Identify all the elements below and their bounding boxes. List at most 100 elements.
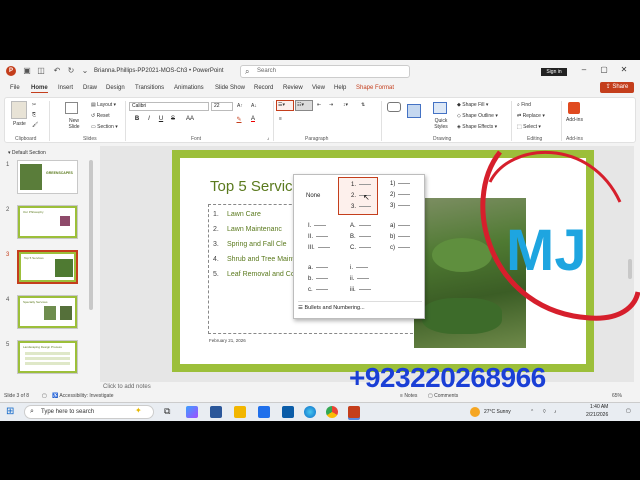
sign-in-button[interactable]: Sign in: [541, 68, 567, 76]
numbering-style-1[interactable]: 1. 2. 3. ↖: [338, 177, 378, 215]
font-name-combo[interactable]: Calibri: [129, 102, 209, 111]
tray-arrow-icon[interactable]: ⌃: [530, 409, 534, 415]
add-ins-icon[interactable]: [568, 102, 580, 114]
slide-thumbnail-4[interactable]: Specialty Services: [17, 295, 78, 329]
reset-button[interactable]: ↺ Reset: [91, 113, 110, 119]
font-color-button[interactable]: A: [249, 116, 257, 122]
numbering-style-4[interactable]: A. B. C.: [338, 219, 378, 257]
new-slide-icon[interactable]: [65, 102, 78, 114]
store-app-icon[interactable]: [258, 406, 270, 418]
word-app-icon[interactable]: [210, 406, 222, 418]
format-painter-icon[interactable]: 🖌: [32, 122, 38, 128]
tab-design[interactable]: Design: [106, 85, 125, 91]
tab-home[interactable]: Home: [31, 85, 48, 93]
volume-icon[interactable]: ♪: [554, 409, 557, 415]
tab-shape-format[interactable]: Shape Format: [356, 85, 394, 91]
notifications-icon[interactable]: ▢: [626, 408, 631, 414]
align-left-icon[interactable]: ≡: [279, 116, 282, 122]
layout-button[interactable]: ▤ Layout ▾: [91, 102, 116, 108]
copilot-icon[interactable]: [186, 406, 198, 418]
quick-styles-icon[interactable]: [433, 102, 447, 114]
tab-review[interactable]: Review: [283, 85, 303, 91]
spell-check-icon[interactable]: ▢: [42, 393, 47, 399]
section-button[interactable]: ▭ Section ▾: [91, 124, 118, 130]
numbering-style-2[interactable]: 1) 2) 3): [382, 177, 422, 215]
quick-styles-button[interactable]: Quick Styles: [429, 118, 453, 130]
numbering-button[interactable]: ☷▾: [295, 100, 313, 111]
shrink-font-icon[interactable]: A↓: [251, 103, 257, 109]
highlight-icon[interactable]: ✎: [235, 116, 243, 123]
edge-browser-icon[interactable]: [304, 406, 316, 418]
slide-title[interactable]: Top 5 Servic: [210, 178, 293, 195]
clock-date[interactable]: 2/21/2026: [586, 412, 608, 418]
tab-draw[interactable]: Draw: [83, 85, 97, 91]
arrange-icon[interactable]: [407, 104, 421, 118]
font-size-combo[interactable]: 22: [211, 102, 233, 111]
slide-thumbnail-3[interactable]: Top 5 Services: [17, 250, 78, 284]
shapes-gallery-icon[interactable]: [387, 102, 401, 112]
section-header[interactable]: ▾ Default Section: [8, 150, 46, 156]
windows-start-icon[interactable]: ⊞: [6, 406, 14, 417]
tab-help[interactable]: Help: [334, 85, 346, 91]
find-button[interactable]: ⌕ Find: [517, 102, 531, 108]
zoom-level[interactable]: 65%: [612, 393, 622, 399]
bullets-and-numbering-menu-item[interactable]: ☰ Bullets and Numbering...: [298, 305, 365, 311]
save-icon[interactable]: ▣: [22, 66, 32, 76]
copy-icon[interactable]: ⎘: [32, 112, 36, 118]
font-dialog-launcher-icon[interactable]: ⌟: [267, 135, 269, 141]
numbering-style-7[interactable]: i. ii. iii.: [338, 261, 378, 299]
tab-file[interactable]: File: [10, 85, 20, 91]
paste-icon[interactable]: [11, 101, 27, 119]
slide-thumbnail-5[interactable]: Landscaping Design Process: [17, 340, 78, 374]
chrome-browser-icon[interactable]: [326, 406, 338, 418]
increase-indent-icon[interactable]: ⇥: [329, 102, 333, 108]
task-view-icon[interactable]: ⧉: [164, 406, 170, 417]
slide-thumbnail-2[interactable]: Our Philosophy: [17, 205, 78, 239]
grow-font-icon[interactable]: A↑: [237, 103, 243, 109]
weather-text[interactable]: 27°C Sunny: [484, 409, 511, 415]
clock-time[interactable]: 1:40 AM: [590, 404, 608, 410]
slide-thumbnail-1[interactable]: GREENSCAPES: [17, 160, 78, 194]
change-case-button[interactable]: AA: [183, 116, 197, 122]
search-input[interactable]: ⌕ Search: [240, 65, 410, 78]
tab-insert[interactable]: Insert: [58, 85, 73, 91]
slide-date[interactable]: February 21, 2026: [209, 338, 246, 343]
underline-button[interactable]: U: [157, 116, 165, 122]
download-app-icon[interactable]: [282, 406, 294, 418]
tab-animations[interactable]: Animations: [174, 85, 204, 91]
line-spacing-icon[interactable]: ↕▾: [343, 102, 348, 108]
add-ins-button[interactable]: Add-ins: [566, 117, 583, 123]
select-button[interactable]: ⬚ Select ▾: [517, 124, 541, 130]
powerpoint-taskbar-icon[interactable]: [348, 406, 360, 418]
decrease-indent-icon[interactable]: ⇤: [317, 102, 321, 108]
maximize-icon[interactable]: ▢: [598, 65, 610, 74]
new-slide-button[interactable]: New Slide: [63, 118, 85, 130]
replace-button[interactable]: ⇄ Replace ▾: [517, 113, 545, 119]
customize-qat-icon[interactable]: ⌄: [80, 66, 90, 76]
redo-icon[interactable]: ↻: [66, 66, 76, 76]
numbering-style-3[interactable]: I. II. III.: [296, 219, 336, 257]
shape-fill-button[interactable]: ◆ Shape Fill ▾: [457, 102, 488, 108]
numbering-none[interactable]: None: [296, 177, 336, 215]
italic-button[interactable]: I: [145, 116, 153, 122]
shape-effects-button[interactable]: ◈ Shape Effects ▾: [457, 124, 497, 130]
share-button[interactable]: ⇪ Share: [600, 82, 634, 93]
bold-button[interactable]: B: [133, 116, 141, 122]
numbering-style-5[interactable]: a) b) c): [382, 219, 422, 257]
undo-icon[interactable]: ↶: [52, 66, 62, 76]
close-icon[interactable]: ✕: [618, 65, 630, 74]
tab-transitions[interactable]: Transitions: [135, 85, 164, 91]
tab-record[interactable]: Record: [254, 85, 273, 91]
shape-outline-button[interactable]: ◇ Shape Outline ▾: [457, 113, 498, 119]
accessibility-checker[interactable]: ♿ Accessibility: Investigate: [52, 393, 114, 399]
thumbnail-scrollbar[interactable]: [89, 160, 93, 310]
cut-icon[interactable]: ✂: [32, 102, 36, 108]
tab-view[interactable]: View: [312, 85, 325, 91]
text-direction-icon[interactable]: ⇅: [361, 102, 365, 108]
bullets-button[interactable]: ☰▾: [276, 100, 294, 111]
strikethrough-button[interactable]: S: [169, 116, 177, 122]
file-explorer-icon[interactable]: [234, 406, 246, 418]
tab-slide-show[interactable]: Slide Show: [215, 85, 245, 91]
numbering-style-6[interactable]: a. b. c.: [296, 261, 336, 299]
autosave-icon[interactable]: ◫: [36, 66, 46, 76]
